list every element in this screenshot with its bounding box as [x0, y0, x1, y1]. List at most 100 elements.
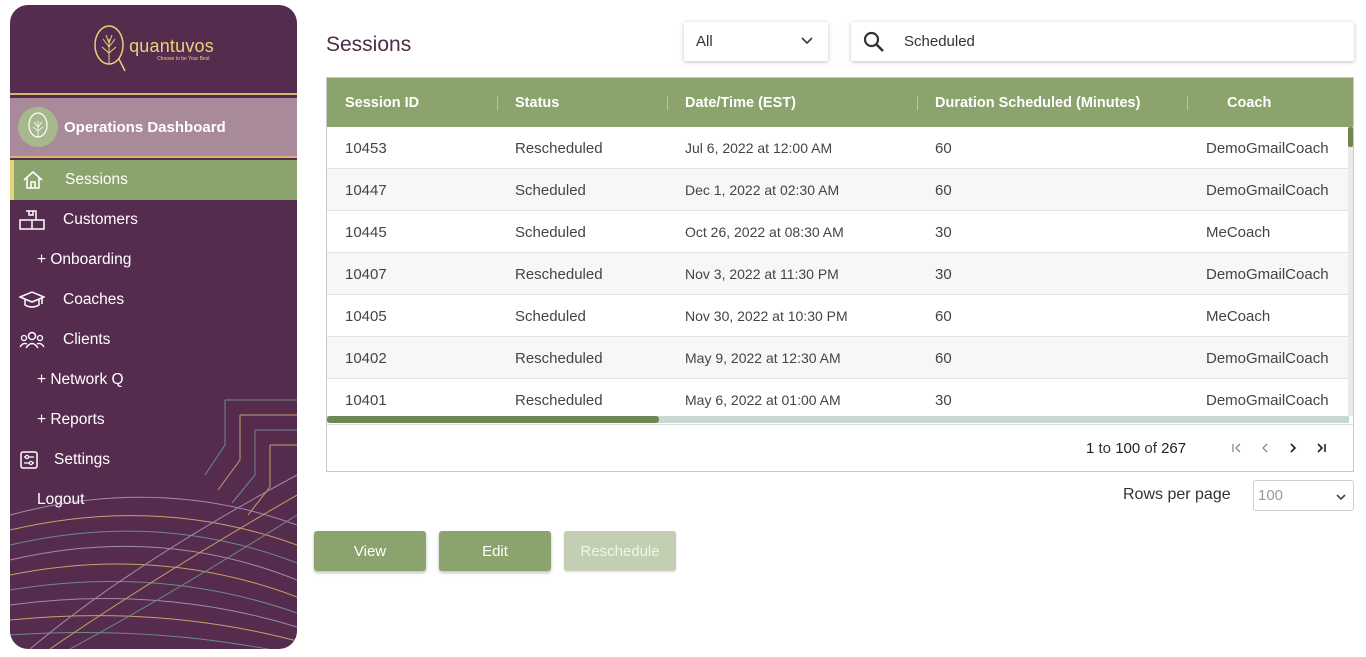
- brand-name: quantuvos: [129, 36, 214, 56]
- sidebar-item-settings[interactable]: Settings: [10, 440, 297, 480]
- cell-status: Rescheduled: [515, 391, 603, 409]
- cell-duration: 60: [935, 181, 952, 199]
- sidebar-item-label: Sessions: [65, 171, 128, 188]
- horizontal-scrollbar[interactable]: [327, 416, 1349, 423]
- table-row[interactable]: 10402 Rescheduled May 9, 2022 at 12:30 A…: [327, 337, 1349, 379]
- search-input[interactable]: [904, 33, 1324, 50]
- cell-status: Scheduled: [515, 223, 586, 241]
- sidebar-nav: Sessions Customers + Onboarding Coaches …: [10, 160, 297, 520]
- search-box: [851, 22, 1354, 61]
- sidebar-item-customers[interactable]: Customers: [10, 200, 297, 240]
- cell-session-id: 10402: [345, 349, 387, 367]
- users-icon: [19, 329, 45, 351]
- home-icon: [20, 169, 46, 191]
- rows-per-page-select[interactable]: 100: [1253, 480, 1354, 511]
- column-header-datetime[interactable]: Date/Time (EST): [685, 78, 796, 127]
- cell-coach: MeCoach: [1206, 307, 1271, 325]
- cell-datetime: Nov 30, 2022 at 10:30 PM: [685, 308, 848, 324]
- pagination-of-word: of: [1144, 440, 1157, 457]
- cell-duration: 30: [935, 391, 952, 409]
- cell-status: Rescheduled: [515, 265, 603, 283]
- cell-datetime: May 9, 2022 at 12:30 AM: [685, 350, 841, 366]
- status-filter-select[interactable]: All: [684, 22, 828, 61]
- table-row[interactable]: 10447 Scheduled Dec 1, 2022 at 02:30 AM …: [327, 169, 1349, 211]
- sidebar-item-network-q[interactable]: + Network Q: [10, 360, 297, 400]
- horizontal-scrollbar-thumb[interactable]: [327, 416, 659, 423]
- cell-duration: 30: [935, 223, 952, 241]
- sidebar-item-label: + Onboarding: [37, 251, 132, 268]
- search-icon: [863, 31, 884, 52]
- sidebar-item-label: Customers: [63, 211, 138, 228]
- cell-session-id: 10453: [345, 139, 387, 157]
- cell-coach: DemoGmailCoach: [1206, 139, 1329, 157]
- cell-datetime: Jul 6, 2022 at 12:00 AM: [685, 140, 833, 156]
- column-separator[interactable]: [667, 96, 668, 110]
- cell-duration: 60: [935, 307, 952, 325]
- logo-tree-icon: [94, 25, 126, 72]
- sidebar-item-logout[interactable]: Logout: [10, 480, 297, 520]
- cell-coach: DemoGmailCoach: [1206, 181, 1329, 199]
- cell-session-id: 10405: [345, 307, 387, 325]
- sidebar-item-clients[interactable]: Clients: [10, 320, 297, 360]
- cell-session-id: 10445: [345, 223, 387, 241]
- cell-duration: 60: [935, 349, 952, 367]
- sidebar-item-onboarding[interactable]: + Onboarding: [10, 240, 297, 280]
- boxes-icon: [19, 209, 45, 231]
- logo-tree-icon: [28, 112, 48, 138]
- previous-page-button[interactable]: [1255, 438, 1275, 458]
- operations-dashboard-header[interactable]: Operations Dashboard: [10, 98, 297, 156]
- table-row[interactable]: 10401 Rescheduled May 6, 2022 at 01:00 A…: [327, 379, 1349, 416]
- column-separator[interactable]: [497, 96, 498, 110]
- last-page-button[interactable]: [1311, 438, 1331, 458]
- divider: [10, 93, 297, 95]
- column-separator[interactable]: [1187, 96, 1188, 110]
- column-separator[interactable]: [917, 96, 918, 110]
- avatar: [18, 107, 58, 147]
- sidebar-item-label: Settings: [54, 451, 111, 468]
- vertical-scrollbar-thumb[interactable]: [1348, 127, 1353, 147]
- view-button[interactable]: View: [314, 531, 426, 571]
- sidebar-item-label: + Network Q: [37, 371, 124, 388]
- cell-coach: DemoGmailCoach: [1206, 265, 1329, 283]
- sidebar: quantuvos Choose to be Your Best Operati…: [10, 5, 297, 649]
- sessions-table: Session ID Status Date/Time (EST) Durati…: [326, 77, 1354, 472]
- cell-status: Scheduled: [515, 307, 586, 325]
- chevron-left-icon: [1262, 443, 1268, 453]
- table-row[interactable]: 10407 Rescheduled Nov 3, 2022 at 11:30 P…: [327, 253, 1349, 295]
- sidebar-item-sessions[interactable]: Sessions: [10, 160, 297, 200]
- cell-status: Scheduled: [515, 181, 586, 199]
- first-page-button[interactable]: [1227, 438, 1247, 458]
- cell-datetime: Dec 1, 2022 at 02:30 AM: [685, 182, 840, 198]
- column-header-session-id[interactable]: Session ID: [345, 78, 419, 127]
- table-header: Session ID Status Date/Time (EST) Durati…: [327, 78, 1353, 127]
- reschedule-button[interactable]: Reschedule: [564, 531, 676, 571]
- page-title: Sessions: [326, 33, 412, 56]
- pagination-to: 100: [1115, 440, 1141, 457]
- column-header-coach[interactable]: Coach: [1227, 78, 1271, 127]
- cell-duration: 60: [935, 139, 952, 157]
- cell-status: Rescheduled: [515, 139, 603, 157]
- table-row[interactable]: 10453 Rescheduled Jul 6, 2022 at 12:00 A…: [327, 127, 1349, 169]
- cell-status: Rescheduled: [515, 349, 603, 367]
- sidebar-item-label: Coaches: [63, 291, 125, 308]
- sidebar-item-reports[interactable]: + Reports: [10, 400, 297, 440]
- column-header-duration[interactable]: Duration Scheduled (Minutes): [935, 78, 1140, 127]
- cell-session-id: 10401: [345, 391, 387, 409]
- first-page-icon: [1232, 443, 1241, 453]
- pagination-bar: 1 to 100 of 267: [327, 424, 1353, 471]
- chevron-right-icon: [1290, 443, 1297, 453]
- table-row[interactable]: 10445 Scheduled Oct 26, 2022 at 08:30 AM…: [327, 211, 1349, 253]
- vertical-scrollbar[interactable]: [1348, 127, 1353, 416]
- sliders-icon: [16, 449, 42, 471]
- cell-coach: MeCoach: [1206, 223, 1271, 241]
- next-page-button[interactable]: [1283, 438, 1303, 458]
- cell-datetime: Nov 3, 2022 at 11:30 PM: [685, 266, 839, 282]
- pagination-summary: 1 to 100 of 267: [1086, 440, 1186, 457]
- dashboard-title: Operations Dashboard: [64, 118, 226, 136]
- column-header-status[interactable]: Status: [515, 78, 559, 127]
- edit-button[interactable]: Edit: [439, 531, 551, 571]
- table-row[interactable]: 10405 Scheduled Nov 30, 2022 at 10:30 PM…: [327, 295, 1349, 337]
- sidebar-item-label: + Reports: [37, 411, 105, 428]
- cell-session-id: 10447: [345, 181, 387, 199]
- sidebar-item-coaches[interactable]: Coaches: [10, 280, 297, 320]
